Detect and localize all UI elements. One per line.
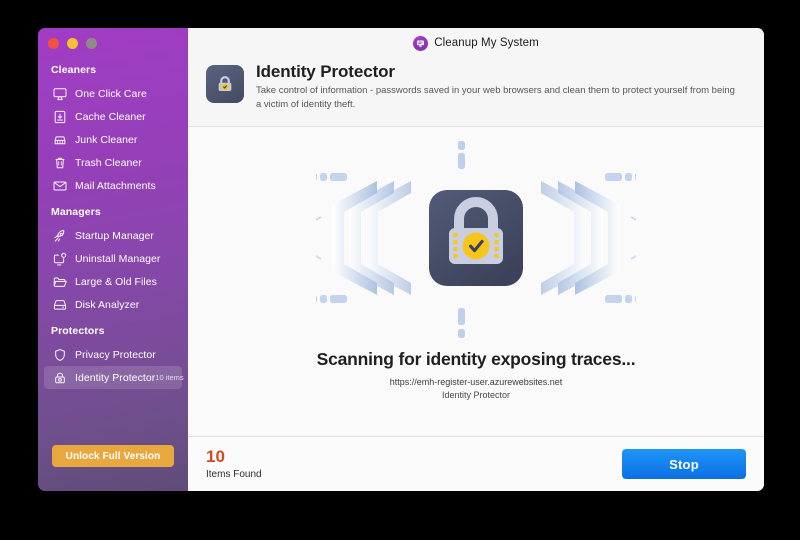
app-logo-icon — [413, 35, 429, 51]
close-button[interactable] — [48, 38, 59, 49]
scan-module-name: Identity Protector — [441, 389, 511, 400]
uninstall-icon — [51, 250, 68, 267]
sidebar-item-label: Uninstall Manager — [75, 252, 161, 265]
sidebar-nav: Cleaners One Click Care Cache Cleaner Junk … — [38, 55, 188, 389]
items-found-label: Items Found — [206, 468, 262, 480]
trash-icon — [51, 154, 68, 171]
sidebar-item-label: Junk Cleaner — [75, 133, 138, 146]
sidebar-item-privacy-protector[interactable]: Privacy Protector — [44, 343, 182, 366]
page-title: Identity Protector — [256, 62, 395, 81]
footer-bar: 10 Items Found Stop — [188, 436, 764, 491]
folder-icon — [51, 273, 68, 290]
window-traffic-lights — [48, 38, 97, 49]
broom-icon — [51, 131, 68, 148]
sidebar-item-label: One Click Care — [75, 87, 147, 100]
shield-icon — [51, 346, 68, 363]
sidebar-item-uninstall-manager[interactable]: Uninstall Manager — [44, 247, 182, 270]
sidebar-item-startup-manager[interactable]: Startup Manager — [44, 224, 182, 247]
scan-content-area: Scanning for identity exposing traces...… — [188, 126, 764, 436]
disk-icon — [51, 296, 68, 313]
sidebar-item-trash-cleaner[interactable]: Trash Cleaner — [44, 151, 182, 174]
page-header-texts: Identity Protector Take control of infor… — [256, 62, 736, 112]
sidebar-group-title: Managers — [51, 206, 101, 218]
page-header: Identity Protector Take control of infor… — [188, 58, 764, 127]
sidebar-item-cache-cleaner[interactable]: Cache Cleaner — [44, 105, 182, 128]
main-panel: Cleanup My System Identity Protector Tak… — [188, 28, 764, 491]
items-found-block: 10 Items Found — [206, 447, 262, 480]
sidebar-item-label: Privacy Protector — [75, 348, 156, 361]
rocket-icon — [51, 227, 68, 244]
sidebar-item-large-old-files[interactable]: Large & Old Files — [44, 270, 182, 293]
monitor-icon — [51, 85, 68, 102]
scan-status-title: Scanning for identity exposing traces... — [316, 348, 636, 369]
sidebar-item-label: Mail Attachments — [75, 179, 156, 192]
sidebar-item-mail-attachments[interactable]: Mail Attachments — [44, 174, 182, 197]
app-titlebar: Cleanup My System — [188, 28, 764, 58]
sidebar-item-label: Disk Analyzer — [75, 298, 140, 311]
minimize-button[interactable] — [67, 38, 78, 49]
sidebar-item-label: Trash Cleaner — [75, 156, 142, 169]
sidebar-item-label: Cache Cleaner — [75, 110, 146, 123]
sidebar-item-identity-protector[interactable]: Identity Protector 10 items — [44, 366, 184, 389]
scan-current-url: https://emh-register-user.azurewebsites.… — [389, 376, 563, 387]
sidebar-group-title: Cleaners — [51, 64, 97, 76]
sidebar: Cleaners One Click Care Cache Cleaner Junk … — [38, 28, 188, 491]
sidebar-group-title: Protectors — [51, 325, 105, 337]
page-subtitle: Take control of information - passwords … — [256, 85, 735, 110]
items-found-count: 10 — [206, 447, 225, 467]
envelope-icon — [51, 177, 68, 194]
lock-badge-icon — [206, 65, 244, 103]
sidebar-item-label: Large & Old Files — [75, 275, 157, 288]
scan-status-block: Scanning for identity exposing traces...… — [317, 349, 636, 400]
sidebar-item-one-click-care[interactable]: One Click Care — [44, 82, 182, 105]
sidebar-item-badge: 10 items — [155, 373, 184, 382]
cache-icon — [51, 108, 68, 125]
lock-shield-hero-icon — [316, 133, 636, 343]
app-title: Cleanup My System — [434, 37, 539, 49]
stop-button[interactable]: Stop — [622, 449, 746, 479]
unlock-full-version-button[interactable]: Unlock Full Version — [52, 445, 174, 467]
zoom-button[interactable] — [86, 38, 97, 49]
sidebar-item-junk-cleaner[interactable]: Junk Cleaner — [44, 128, 182, 151]
sidebar-item-label: Startup Manager — [75, 229, 154, 242]
lock-icon — [51, 369, 68, 386]
sidebar-item-label: Identity Protector — [75, 371, 156, 384]
app-window: Cleaners One Click Care Cache Cleaner Junk … — [38, 28, 764, 491]
sidebar-item-disk-analyzer[interactable]: Disk Analyzer — [44, 293, 182, 316]
